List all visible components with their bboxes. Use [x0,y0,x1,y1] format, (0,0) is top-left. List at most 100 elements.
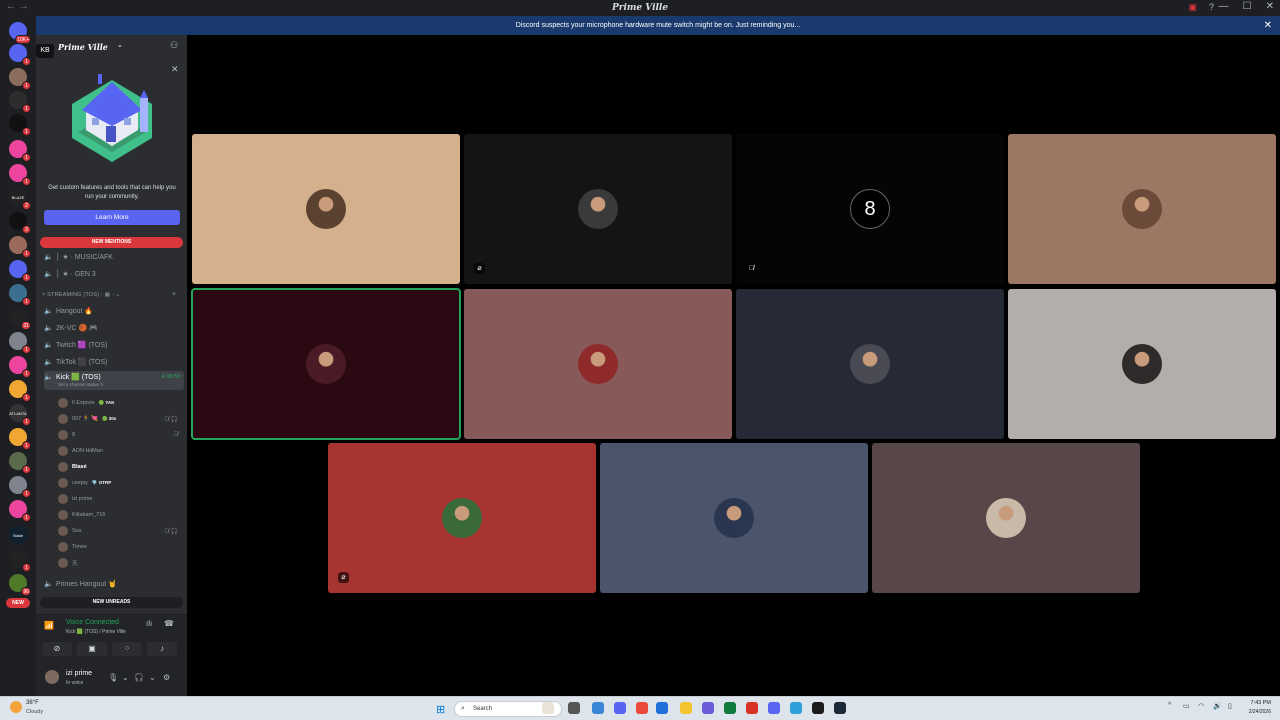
server-icon[interactable]: Stake [9,526,27,544]
voice-user-row[interactable]: Il Expoze 🟢 YAK [58,396,182,410]
new-mentions-pill[interactable]: NEW MENTIONS [40,237,183,248]
server-icon[interactable]: 1 [9,284,31,306]
voice-user-row[interactable]: Blasé [58,460,182,474]
server-icon[interactable]: 1 [9,550,31,572]
inbox-icon[interactable]: ▣ [1188,2,1197,13]
participant-tile[interactable] [464,289,732,439]
category-streaming[interactable]: ˅ STREAMING (TOS) · ▦ · ⌄ [42,292,120,298]
noise-suppression-icon[interactable]: ılı [146,619,152,628]
voice-user-row[interactable]: Kiltakam_716 [58,508,182,522]
taskbar-app-icon[interactable] [592,702,604,714]
camera-toggle-button[interactable]: ⊘ [42,642,72,656]
server-icon[interactable]: ATLANTA 1 [9,404,31,426]
participant-tile[interactable]: ⌀ [464,134,732,284]
server-icon[interactable]: 1 [9,236,31,258]
participant-tile[interactable] [192,134,460,284]
participant-tile[interactable]: ⌀ [328,443,596,593]
close-icon[interactable]: ✕ [171,64,179,75]
invite-icon[interactable]: ⚇ [170,40,178,51]
server-icon[interactable]: 1 [9,452,31,474]
server-icon[interactable]: 1 [9,68,31,90]
disconnect-icon[interactable]: ☎ [164,619,174,628]
wifi-icon[interactable]: ◠ [1198,702,1204,710]
server-icon[interactable]: 1 [9,380,31,402]
soundboard-button[interactable]: ♪ [147,642,177,656]
server-icon[interactable]: 1 [9,356,31,378]
voice-user-row[interactable]: izi prime [58,492,182,506]
server-icon[interactable]: 1 [9,114,31,136]
channel-2k-vc[interactable]: 🔈 2K-VC 🏀 🎮 [44,321,184,335]
chevron-down-icon[interactable]: ⌄ [122,673,129,682]
server-icon[interactable]: 1 [9,164,31,186]
server-icon[interactable]: 31 [9,308,31,330]
channel-kick-active[interactable]: 🔈 Kick 🟩 (TOS) 4:08:59 Set a channel sta… [44,371,184,390]
voice-user-row[interactable]: AON HitMan [58,444,182,458]
participant-tile[interactable] [736,289,1004,439]
participant-tile[interactable] [1008,289,1276,439]
taskbar-app-icon[interactable] [568,702,580,714]
participant-tile[interactable] [600,443,868,593]
server-icon[interactable]: 1 [9,428,31,450]
taskbar-app-icon[interactable] [768,702,780,714]
participant-tile[interactable] [872,443,1140,593]
new-servers-pill[interactable]: NEW [6,598,30,608]
windows-start-icon[interactable]: ⊞ [436,703,445,716]
taskbar-app-icon[interactable] [680,702,692,714]
participant-tile[interactable] [191,288,461,440]
voice-user-row[interactable]: ceejay 💎 OTRP [58,476,182,490]
channel-primes-hangout[interactable]: 🔈 Primes Hangout 🤘 [44,577,184,591]
server-icon[interactable]: BLAZE 2 [9,188,31,210]
server-icon[interactable]: 1 [9,476,31,498]
taskbar-app-icon[interactable] [702,702,714,714]
minimize-button[interactable]: — [1219,1,1229,12]
server-icon[interactable]: 1 [9,500,31,522]
voice-user-row[interactable]: 天 [58,556,182,570]
clock-time[interactable]: 7:43 PM [1243,700,1271,706]
volume-icon[interactable]: 🔊 [1213,702,1222,710]
new-unreads-pill[interactable]: NEW UNREADS [40,597,183,608]
microphone-icon[interactable]: 🎙 [108,673,118,682]
channel-gen-3[interactable]: 🔈 │ ★ · GEN 3 [44,267,184,281]
help-icon[interactable]: ? [1209,2,1214,13]
chevron-up-icon[interactable]: ^ [1168,702,1171,709]
taskbar-app-icon[interactable] [542,702,554,714]
battery-icon[interactable]: ▯ [1228,702,1232,710]
channel-music-afk[interactable]: 🔈 │ ★ · MUSIC/AFK [44,250,184,264]
network-icon[interactable]: ▭ [1183,702,1190,710]
channel-twitch[interactable]: 🔈 Twitch 🟪 (TOS) [44,338,184,352]
settings-gear-icon[interactable]: ⚙ [163,673,170,682]
voice-user-row[interactable]: 8 🎙̸ [58,428,182,442]
server-icon[interactable]: 3 [9,212,31,234]
taskbar-app-icon[interactable] [790,702,802,714]
participant-tile[interactable]: 8 🎙̸ [736,134,1004,284]
banner-close-icon[interactable]: ✕ [1264,16,1272,35]
voice-user-row[interactable]: 007 🏃 💘 🟢 30s 🎙̸ 🎧 [58,412,182,426]
avatar[interactable] [45,670,59,684]
taskbar-app-icon[interactable] [812,702,824,714]
channel-tiktok[interactable]: 🔈 TikTok ⬛ (TOS) [44,355,184,369]
maximize-button[interactable]: ☐ [1243,1,1252,12]
weather-temp[interactable]: 38°F [26,700,39,706]
server-icon[interactable]: 10K+ [9,22,31,44]
voice-location[interactable]: Kick 🟩 (TOS) / Prime Ville [66,629,126,635]
signal-icon[interactable]: 📶 [44,621,54,630]
taskbar-app-icon[interactable] [724,702,736,714]
server-icon[interactable]: 1 [9,332,31,354]
server-name[interactable]: Prime Ville [58,42,108,52]
add-channel-icon[interactable]: + [172,291,176,298]
taskbar-app-icon[interactable] [614,702,626,714]
voice-status[interactable]: Voice Connected [66,619,119,626]
taskbar-app-icon[interactable] [636,702,648,714]
voice-user-row[interactable]: Tonee [58,540,182,554]
user-name[interactable]: izi prime [66,670,92,677]
weather-icon[interactable] [10,701,22,713]
headphones-icon[interactable]: 🎧 [134,673,144,682]
channel-hangout[interactable]: 🔈 Hangout 🔥 [44,304,184,318]
server-icon[interactable]: 96 [9,574,31,596]
chevron-down-icon[interactable]: ⌄ [117,41,123,49]
server-icon[interactable]: 1 [9,140,31,162]
close-window-button[interactable]: ✕ [1266,1,1274,12]
voice-user-row[interactable]: Sos 🎙̸ 🎧 [58,524,182,538]
taskbar-app-icon[interactable] [834,702,846,714]
learn-more-button[interactable]: Learn More [44,210,180,225]
